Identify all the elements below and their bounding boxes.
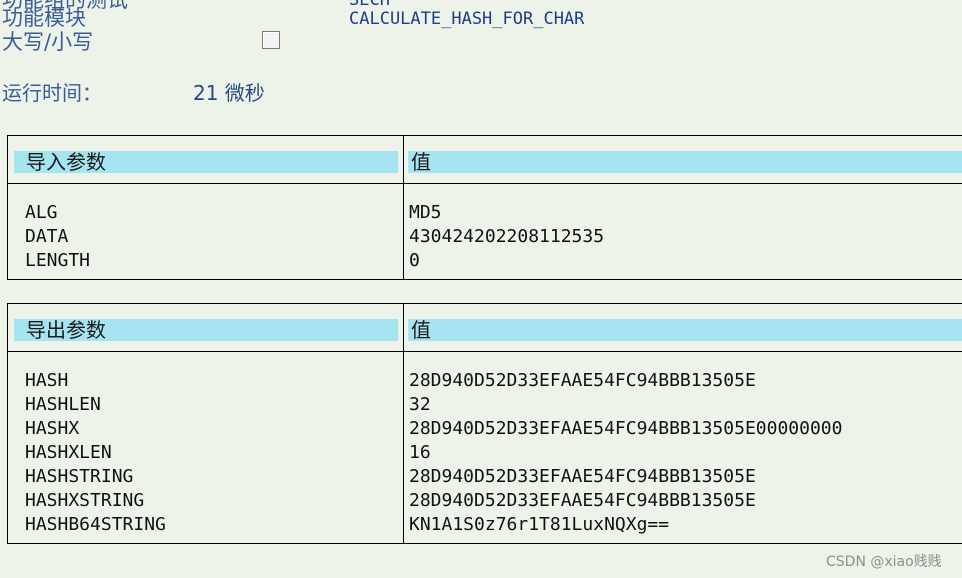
export-param-name-header: 导出参数 — [14, 319, 398, 341]
param-value: 16 — [409, 442, 431, 463]
param-value: 32 — [409, 394, 431, 415]
column-divider — [403, 304, 404, 543]
export-param-names: HASH HASHLEN HASHX HASHXLEN HASHSTRING H… — [25, 369, 166, 537]
param-name: ALG — [25, 202, 58, 223]
param-value[interactable]: 0 — [409, 249, 604, 273]
import-param-value-header: 值 — [408, 151, 962, 173]
watermark: CSDN @xiao贱贱 — [826, 554, 942, 570]
param-value: 28D940D52D33EFAAE54FC94BBB13505E — [409, 466, 756, 487]
param-value: 28D940D52D33EFAAE54FC94BBB13505E — [409, 490, 756, 511]
param-value[interactable]: MD5 — [409, 201, 604, 225]
param-name: HASH — [25, 370, 69, 391]
import-param-name-header: 导入参数 — [14, 151, 398, 173]
case-sensitivity-label: 大写/小写 — [2, 30, 94, 54]
function-module-value: CALCULATE_HASH_FOR_CHAR — [349, 9, 585, 29]
import-param-values: MD5 430424202208112535 0 — [409, 201, 604, 273]
export-param-value-header: 值 — [408, 319, 962, 341]
header-divider — [8, 183, 962, 184]
export-parameters-table: 导出参数 值 HASH HASHLEN HASHX HASHXLEN HASHS… — [7, 303, 962, 544]
runtime-value: 21 微秒 — [193, 81, 265, 105]
header-divider — [8, 351, 962, 352]
param-name: HASHX — [25, 418, 80, 439]
case-sensitivity-checkbox[interactable] — [262, 31, 280, 49]
import-param-names: ALG DATA LENGTH — [25, 201, 90, 273]
export-param-values: 28D940D52D33EFAAE54FC94BBB13505E 32 28D9… — [409, 369, 842, 537]
param-name: HASHB64STRING — [25, 514, 166, 535]
param-name: HASHLEN — [25, 394, 101, 415]
param-value: 28D940D52D33EFAAE54FC94BBB13505E00000000 — [409, 418, 843, 439]
column-divider — [403, 136, 404, 279]
param-name: HASHSTRING — [25, 466, 134, 487]
import-parameters-table: 导入参数 值 ALG DATA LENGTH MD5 4304242022081… — [7, 135, 962, 280]
param-name: LENGTH — [25, 250, 91, 271]
param-value: KN1A1S0z76r1T81LuxNQXg== — [409, 514, 670, 535]
param-value[interactable]: 430424202208112535 — [409, 225, 604, 249]
function-module-label: 功能模块 — [2, 6, 86, 30]
param-value: 28D940D52D33EFAAE54FC94BBB13505E — [409, 370, 756, 391]
param-name: DATA — [25, 226, 69, 247]
param-name: HASHXLEN — [25, 442, 112, 463]
param-name: HASHXSTRING — [25, 490, 145, 511]
runtime-label: 运行时间： — [2, 81, 102, 105]
